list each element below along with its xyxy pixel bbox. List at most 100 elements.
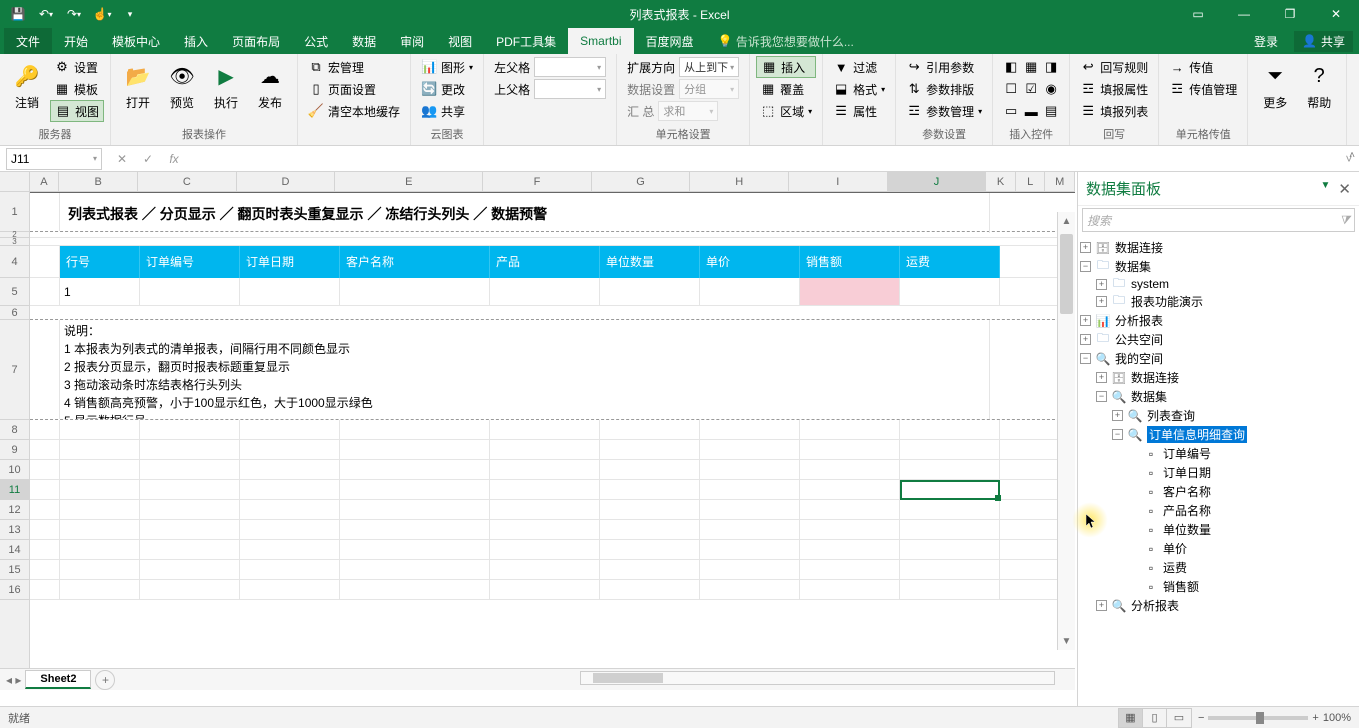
lparent-combo[interactable]: ▾ [534, 57, 606, 77]
ctrl-2[interactable]: ☐☑◉ [999, 78, 1063, 100]
zoom-level[interactable]: 100% [1323, 712, 1351, 724]
tree-analysis[interactable]: +📊分析报表 [1080, 311, 1357, 330]
tab-review[interactable]: 审阅 [388, 28, 436, 54]
tab-data[interactable]: 数据 [340, 28, 388, 54]
maximize-button[interactable]: ❐ [1267, 0, 1313, 28]
region-button[interactable]: ⬚区域▾ [756, 100, 816, 122]
tree-listquery[interactable]: +🔍列表查询 [1080, 406, 1357, 425]
panel-close-icon[interactable]: ✕ [1338, 180, 1351, 198]
tree-dataconn[interactable]: +🗄数据连接 [1080, 238, 1357, 257]
tree-prodname[interactable]: ▫产品名称 [1080, 501, 1357, 520]
rowhdr-3[interactable]: 3 [0, 238, 29, 246]
colhdr-L[interactable]: L [1016, 172, 1046, 191]
add-sheet-button[interactable]: + [95, 670, 115, 690]
view-break-button[interactable]: ▭ [1167, 709, 1191, 727]
rowhdr-6[interactable]: 6 [0, 306, 29, 320]
publish-button[interactable]: ☁发布 [249, 56, 291, 115]
shape-button[interactable]: 📊图形▾ [417, 56, 477, 78]
tree-dataconn2[interactable]: +🗄数据连接 [1080, 368, 1357, 387]
rowhdr-4[interactable]: 4 [0, 246, 29, 278]
name-box[interactable]: J11▾ [6, 148, 102, 170]
colhdr-C[interactable]: C [138, 172, 237, 191]
colhdr-D[interactable]: D [237, 172, 336, 191]
tab-formula[interactable]: 公式 [292, 28, 340, 54]
tree-myspace[interactable]: −🔍我的空间 [1080, 349, 1357, 368]
rowhdr-12[interactable]: 12 [0, 500, 29, 520]
paramsort-button[interactable]: ⇅参数排版 [902, 78, 986, 100]
tree-custname[interactable]: ▫客户名称 [1080, 482, 1357, 501]
logout-button[interactable]: 🔑注销 [6, 56, 48, 115]
colhdr-J[interactable]: J [888, 172, 987, 191]
minimize-button[interactable]: — [1221, 0, 1267, 28]
change-button[interactable]: 🔄更改 [417, 78, 477, 100]
rowhdr-16[interactable]: 16 [0, 580, 29, 600]
settings-button[interactable]: ⚙设置 [50, 56, 104, 78]
rowhdr-15[interactable]: 15 [0, 560, 29, 580]
colhdr-B[interactable]: B [59, 172, 138, 191]
colhdr-H[interactable]: H [690, 172, 789, 191]
overwrite-toggle[interactable]: ▦覆盖 [756, 78, 816, 100]
tree-freight[interactable]: ▫运费 [1080, 558, 1357, 577]
colhdr-I[interactable]: I [789, 172, 888, 191]
fx-button[interactable]: fx [162, 148, 186, 170]
rowhdr-7[interactable]: 7 [0, 320, 29, 420]
wbrule-button[interactable]: ↩回写规则 [1076, 56, 1152, 78]
scroll-down-icon[interactable]: ▼ [1058, 632, 1075, 650]
tree-orderquery[interactable]: −🔍订单信息明细查询 [1080, 425, 1357, 444]
rowhdr-10[interactable]: 10 [0, 460, 29, 480]
tab-pdf[interactable]: PDF工具集 [484, 28, 568, 54]
tree-orderid[interactable]: ▫订单编号 [1080, 444, 1357, 463]
more-button[interactable]: ⏷更多 [1254, 56, 1296, 115]
sum-combo[interactable]: 求和▾ [658, 101, 718, 121]
save-qat[interactable]: 💾 [6, 3, 30, 25]
clear-cache-button[interactable]: 🧹清空本地缓存 [304, 100, 404, 122]
colhdr-F[interactable]: F [483, 172, 591, 191]
rowhdr-9[interactable]: 9 [0, 440, 29, 460]
execute-button[interactable]: ▶执行 [205, 56, 247, 115]
scroll-up-icon[interactable]: ▲ [1058, 212, 1075, 230]
horizontal-scrollbar[interactable] [580, 671, 1055, 685]
tree-dataset2[interactable]: −🔍数据集 [1080, 387, 1357, 406]
zoom-slider[interactable] [1208, 716, 1308, 720]
colhdr-M[interactable]: M [1045, 172, 1075, 191]
page-setup-button[interactable]: ▯页面设置 [304, 78, 404, 100]
rowhdr-1[interactable]: 1 [0, 192, 29, 232]
colhdr-K[interactable]: K [986, 172, 1016, 191]
rowhdr-14[interactable]: 14 [0, 540, 29, 560]
login-link[interactable]: 登录 [1242, 33, 1290, 50]
panel-search-input[interactable]: 搜索⧩ [1082, 208, 1355, 232]
uparent-combo[interactable]: ▾ [534, 79, 606, 99]
tree-public[interactable]: +🗀公共空间 [1080, 330, 1357, 349]
cloud-share-button[interactable]: 👥共享 [417, 100, 477, 122]
tree-orderdate[interactable]: ▫订单日期 [1080, 463, 1357, 482]
vscroll-thumb[interactable] [1060, 234, 1073, 314]
view-normal-button[interactable]: ▦ [1119, 709, 1143, 727]
close-button[interactable]: ✕ [1313, 0, 1359, 28]
passmgr-button[interactable]: ☲传值管理 [1165, 78, 1241, 100]
redo-qat[interactable]: ↷▾ [62, 3, 86, 25]
rowhdr-8[interactable]: 8 [0, 420, 29, 440]
tab-file[interactable]: 文件 [4, 28, 52, 54]
tab-view[interactable]: 视图 [436, 28, 484, 54]
hscroll-thumb[interactable] [593, 673, 663, 683]
collapse-ribbon-button[interactable]: ˄ [1349, 150, 1355, 161]
rowhdr-5[interactable]: 5 [0, 278, 29, 306]
share-button[interactable]: 👤共享 [1294, 31, 1353, 52]
tab-template[interactable]: 模板中心 [100, 28, 172, 54]
accept-fx-button[interactable]: ✓ [136, 148, 160, 170]
zoom-in-button[interactable]: + [1312, 712, 1318, 724]
preview-button[interactable]: 👁预览 [161, 56, 203, 115]
tree-qty[interactable]: ▫单位数量 [1080, 520, 1357, 539]
format-button[interactable]: ⬓格式▾ [829, 78, 889, 100]
rowhdr-11[interactable]: 11 [0, 480, 29, 500]
qat-more[interactable]: ▾ [118, 3, 142, 25]
filter-button[interactable]: ▼过滤 [829, 56, 889, 78]
rowhdr-13[interactable]: 13 [0, 520, 29, 540]
cancel-fx-button[interactable]: ✕ [110, 148, 134, 170]
parammgr-button[interactable]: ☲参数管理▾ [902, 100, 986, 122]
tab-insert[interactable]: 插入 [172, 28, 220, 54]
zoom-thumb[interactable] [1256, 712, 1264, 724]
touch-qat[interactable]: ☝▾ [90, 3, 114, 25]
tree-analysis2[interactable]: +🔍分析报表 [1080, 596, 1357, 615]
tree-sales[interactable]: ▫销售额 [1080, 577, 1357, 596]
